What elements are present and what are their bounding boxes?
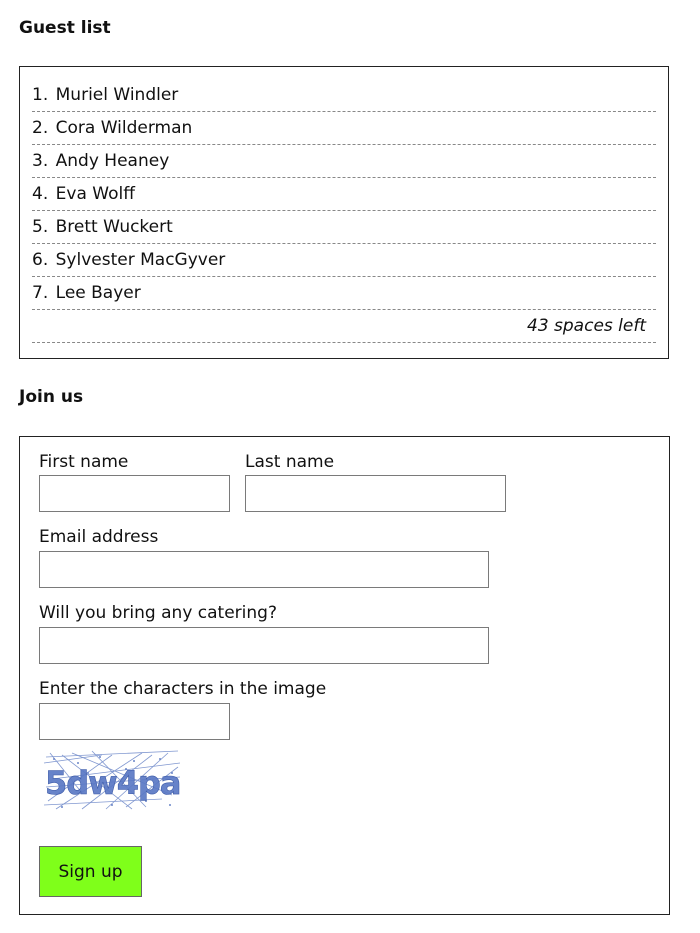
captcha-label: Enter the characters in the image [39, 679, 327, 699]
guest-list: 1. Muriel Windler 2. Cora Wilderman 3. A… [32, 79, 656, 310]
guest-name: Cora Wilderman [55, 118, 193, 138]
captcha-image: 5dw4pa [43, 750, 182, 810]
guest-number: 1. [32, 85, 49, 105]
last-name-label: Last name [245, 452, 335, 472]
guest-number: 6. [32, 250, 49, 270]
guest-list-item: 1. Muriel Windler [32, 79, 656, 112]
spaces-left-text: 43 spaces left [32, 310, 656, 343]
guest-number: 7. [32, 283, 49, 303]
guest-list-item: 2. Cora Wilderman [32, 112, 656, 145]
guest-number: 4. [32, 184, 49, 204]
guest-list-item: 4. Eva Wolff [32, 178, 656, 211]
guest-list-item: 5. Brett Wuckert [32, 211, 656, 244]
join-form: First name Last name Email address Will … [19, 436, 670, 915]
last-name-input[interactable] [245, 475, 506, 512]
guest-number: 3. [32, 151, 49, 171]
guest-name: Andy Heaney [55, 151, 170, 171]
catering-input[interactable] [39, 627, 489, 664]
guest-list-panel: 1. Muriel Windler 2. Cora Wilderman 3. A… [19, 66, 669, 359]
first-name-input[interactable] [39, 475, 230, 512]
guest-name: Sylvester MacGyver [55, 250, 226, 270]
guest-number: 2. [32, 118, 49, 138]
captcha-text: 5dw4pa [45, 764, 181, 802]
join-us-heading: Join us [19, 387, 84, 407]
guest-list-item: 6. Sylvester MacGyver [32, 244, 656, 277]
guest-name: Muriel Windler [55, 85, 179, 105]
guest-number: 5. [32, 217, 49, 237]
guest-name: Eva Wolff [55, 184, 135, 204]
first-name-label: First name [39, 452, 129, 472]
guest-list-item: 7. Lee Bayer [32, 277, 656, 310]
guest-list-item: 3. Andy Heaney [32, 145, 656, 178]
guest-list-heading: Guest list [19, 18, 111, 38]
sign-up-button[interactable]: Sign up [39, 846, 142, 897]
email-address-input[interactable] [39, 551, 489, 588]
guest-name: Brett Wuckert [55, 217, 173, 237]
captcha-input[interactable] [39, 703, 230, 740]
guest-name: Lee Bayer [55, 283, 141, 303]
catering-label: Will you bring any catering? [39, 603, 277, 623]
email-address-label: Email address [39, 527, 159, 547]
